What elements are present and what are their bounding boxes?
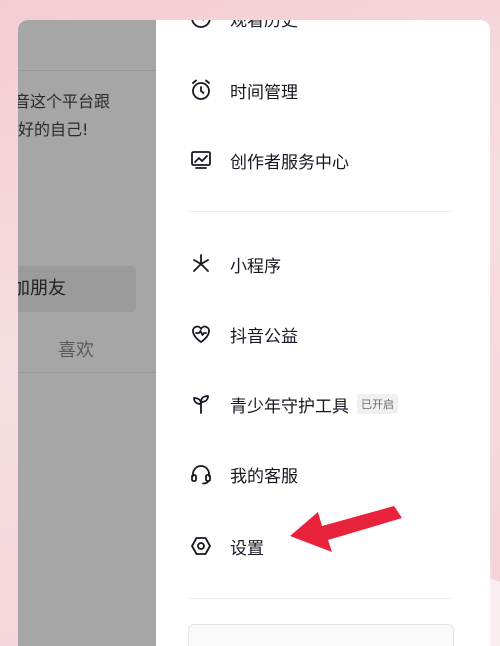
menu-item-label: 设置 bbox=[230, 538, 264, 559]
menu-item-settings[interactable]: 设置 bbox=[188, 526, 264, 566]
menu-item-charity[interactable]: 抖音公益 bbox=[188, 314, 298, 354]
profile-page-overlay[interactable]: 音这个平台跟 好的自己! 加朋友 喜欢 bbox=[18, 20, 156, 646]
menu-item-label: 青少年守护工具 bbox=[230, 396, 349, 417]
tab-likes[interactable]: 喜欢 bbox=[58, 336, 94, 362]
add-friend-button[interactable]: 加朋友 bbox=[18, 266, 136, 312]
menu-item-watch-history[interactable]: 观看历史 bbox=[188, 20, 298, 38]
menu-item-time-management[interactable]: 时间管理 bbox=[188, 70, 298, 110]
phone-screen: 音这个平台跟 好的自己! 加朋友 喜欢 观看历史 时间管理 创作者服务中心 小程… bbox=[18, 20, 490, 646]
menu-item-customer-service[interactable]: 我的客服 bbox=[188, 454, 298, 494]
divider bbox=[18, 70, 156, 71]
status-badge: 已开启 bbox=[357, 394, 398, 414]
creator-chart-icon bbox=[188, 147, 214, 173]
menu-item-label: 创作者服务中心 bbox=[230, 152, 349, 173]
settings-hexagon-icon bbox=[188, 533, 214, 559]
menu-item-label: 抖音公益 bbox=[230, 326, 298, 347]
charity-heart-icon bbox=[188, 321, 214, 347]
menu-item-teen-protection[interactable]: 青少年守护工具 已开启 bbox=[188, 384, 398, 424]
profile-bio-line-1: 音这个平台跟 bbox=[18, 92, 111, 111]
menu-divider bbox=[188, 598, 452, 599]
menu-item-label: 观看历史 bbox=[230, 20, 298, 31]
profile-bio-line-2: 好的自己! bbox=[18, 120, 89, 139]
headset-icon bbox=[188, 461, 214, 487]
menu-item-label: 我的客服 bbox=[230, 466, 298, 487]
menu-divider bbox=[188, 211, 452, 212]
mini-program-icon bbox=[188, 251, 214, 277]
menu-item-creator-center[interactable]: 创作者服务中心 bbox=[188, 140, 349, 180]
sprout-icon bbox=[188, 391, 214, 417]
menu-item-label: 小程序 bbox=[230, 256, 281, 277]
menu-item-label: 时间管理 bbox=[230, 82, 298, 103]
drawer-bottom-card[interactable] bbox=[188, 624, 454, 646]
screenshot-stage: 音这个平台跟 好的自己! 加朋友 喜欢 观看历史 时间管理 创作者服务中心 小程… bbox=[0, 0, 500, 646]
alarm-clock-icon bbox=[188, 77, 214, 103]
history-icon bbox=[188, 20, 214, 31]
divider bbox=[18, 372, 156, 373]
menu-item-mini-programs[interactable]: 小程序 bbox=[188, 244, 281, 284]
red-pointer-arrow-icon bbox=[290, 506, 402, 552]
